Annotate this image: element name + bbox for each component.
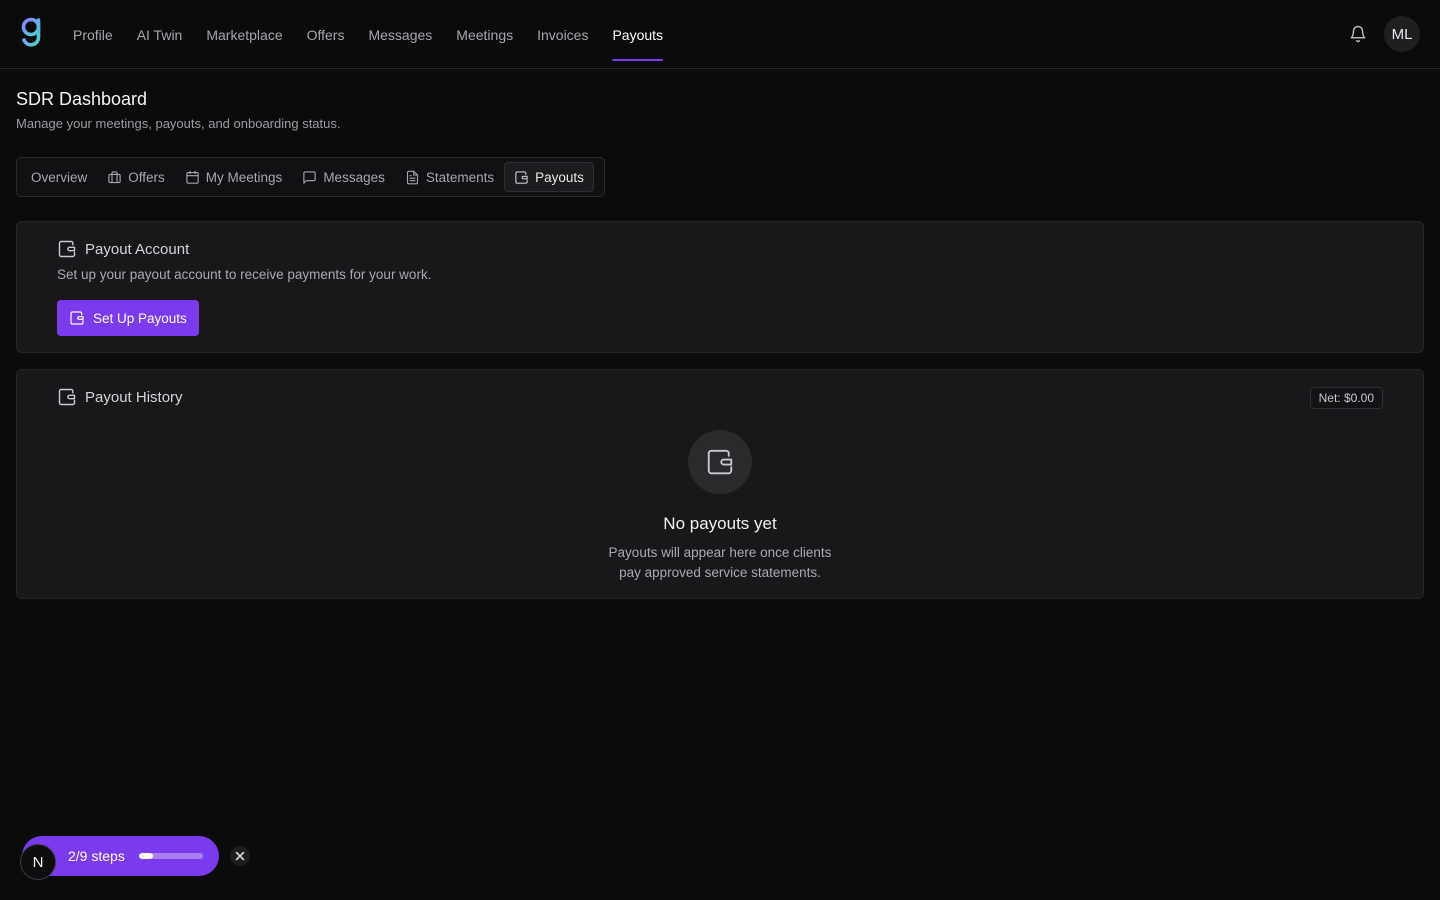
page-subtitle: Manage your meetings, payouts, and onboa… [16, 116, 341, 131]
payout-account-card: Payout Account Set up your payout accoun… [16, 221, 1424, 353]
nav-item-marketplace[interactable]: Marketplace [194, 0, 294, 69]
tab-payouts[interactable]: Payouts [504, 162, 594, 192]
tab-label: Statements [425, 169, 495, 185]
onboarding-progress-bar [139, 853, 203, 859]
tab-messages[interactable]: Messages [292, 162, 395, 192]
main-nav: Profile AI Twin Marketplace Offers Messa… [61, 0, 675, 69]
nav-item-offers[interactable]: Offers [295, 0, 357, 69]
close-onboarding-button[interactable] [230, 846, 250, 866]
payout-history-card: Payout History Net: $0.00 No payouts yet… [16, 369, 1424, 599]
avatar[interactable]: ML [1384, 16, 1420, 52]
briefcase-icon [108, 170, 121, 183]
onboarding-steps-label: 2/9 steps [68, 848, 125, 864]
tab-statements[interactable]: Statements [395, 162, 504, 192]
close-icon [235, 851, 245, 861]
empty-state-title: No payouts yet [663, 514, 777, 533]
onboarding-avatar[interactable]: N [20, 844, 56, 880]
set-up-payouts-button[interactable]: Set Up Payouts [57, 300, 199, 336]
g-logo-icon[interactable] [19, 16, 43, 50]
nav-item-profile[interactable]: Profile [61, 0, 125, 69]
empty-state-description: Payouts will appear here once clients pa… [608, 545, 832, 580]
file-text-icon [406, 170, 418, 184]
onboarding-progress-fill [139, 853, 154, 859]
tab-offers[interactable]: Offers [97, 162, 175, 192]
tab-overview[interactable]: Overview [21, 162, 97, 192]
wallet-icon [58, 240, 76, 258]
net-total-badge: Net: $0.00 [1309, 387, 1383, 409]
card-description: Set up your payout account to receive pa… [57, 267, 432, 282]
card-title: Payout History [85, 388, 183, 406]
tab-label: Messages [323, 169, 385, 185]
nav-item-ai-twin[interactable]: AI Twin [125, 0, 195, 69]
calendar-icon [186, 170, 199, 184]
payout-history-header: Payout History [57, 387, 183, 407]
card-title: Payout Account [85, 240, 190, 258]
tab-label: Offers [128, 169, 165, 185]
nav-item-meetings[interactable]: Meetings [444, 0, 525, 69]
tab-label: Payouts [535, 169, 584, 185]
page-title: SDR Dashboard [16, 89, 148, 109]
tab-my-meetings[interactable]: My Meetings [175, 162, 293, 192]
nav-item-payouts[interactable]: Payouts [600, 0, 675, 69]
wallet-icon [515, 170, 528, 184]
tab-label: Overview [31, 169, 88, 185]
button-label: Set Up Payouts [93, 310, 187, 326]
wallet-icon [58, 388, 76, 406]
bell-icon[interactable] [1349, 25, 1367, 43]
nav-item-messages[interactable]: Messages [356, 0, 444, 69]
dashboard-tabs: Overview Offers My Meetings Messages Sta… [16, 157, 605, 197]
nav-item-invoices[interactable]: Invoices [525, 0, 600, 69]
message-square-icon [303, 170, 316, 184]
empty-state-icon-wrapper [688, 430, 752, 494]
top-navigation: Profile AI Twin Marketplace Offers Messa… [0, 0, 1440, 69]
wallet-icon [70, 311, 84, 325]
wallet-icon [707, 449, 733, 475]
tab-label: My Meetings [205, 169, 283, 185]
payout-account-header: Payout Account [57, 239, 189, 259]
